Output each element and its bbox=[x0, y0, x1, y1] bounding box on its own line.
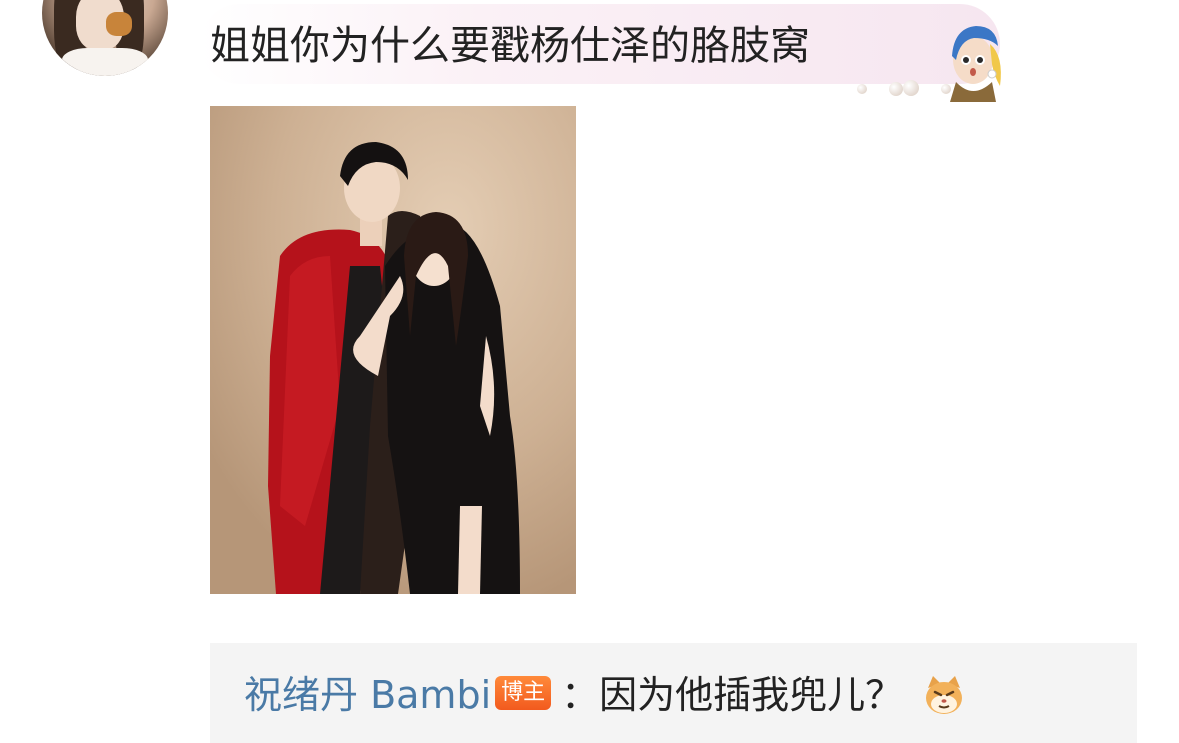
avatar-clothing bbox=[62, 48, 148, 76]
pearl-earring-girl-sticker bbox=[950, 26, 1001, 102]
couple-photo-illustration bbox=[210, 106, 576, 594]
avatar[interactable] bbox=[42, 0, 168, 76]
avatar-hand bbox=[106, 12, 132, 36]
reply-author-name[interactable]: 祝绪丹 Bambi bbox=[244, 669, 491, 721]
reply-text: ：因为他插我兜儿？ bbox=[561, 673, 904, 717]
reply-line: 祝绪丹 Bambi 博主 ：因为他插我兜儿？ bbox=[244, 669, 965, 721]
author-badge: 博主 bbox=[495, 676, 552, 710]
comment-text: 姐姐你为什么要戳杨仕泽的胳肢窝 bbox=[210, 23, 810, 69]
comment-image[interactable] bbox=[210, 106, 576, 594]
author-reply: 祝绪丹 Bambi 博主 ：因为他插我兜儿？ bbox=[210, 643, 1137, 743]
cat-face-emoji bbox=[926, 676, 963, 714]
